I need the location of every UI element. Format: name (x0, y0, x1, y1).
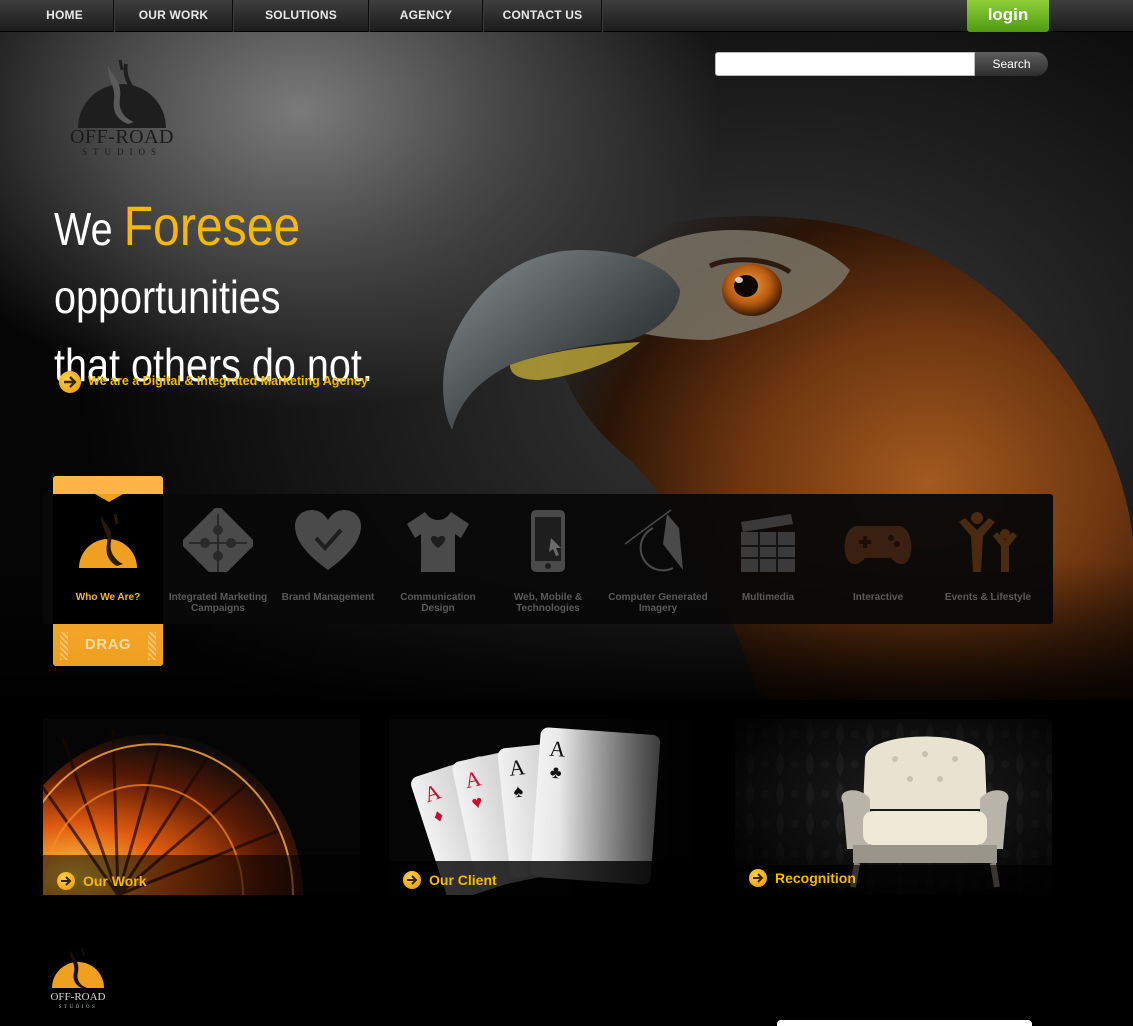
tshirt-icon (407, 512, 469, 572)
drag-handle-label[interactable]: DRAG (53, 636, 163, 653)
search-input[interactable] (715, 52, 975, 76)
service-label: Web, Mobile & Technologies (513, 592, 583, 614)
service-who-we-are[interactable]: Who We Are? (53, 508, 163, 624)
footer-panel (777, 1020, 1032, 1026)
heart-check-icon (295, 510, 361, 570)
arrow-right-icon (57, 872, 75, 890)
nav-solutions[interactable]: SOLUTIONS (234, 0, 369, 32)
svg-text:A: A (508, 754, 527, 781)
nav-home[interactable]: HOME (16, 0, 114, 32)
nav-contact-us[interactable]: CONTACT US (484, 0, 602, 32)
armchair-image (735, 719, 1052, 895)
ferris-wheel-image (43, 719, 360, 895)
promo-label: Our Work (83, 873, 147, 889)
service-label: Who We Are? (75, 592, 141, 603)
aces-cards-image: A♦ A♥ A♠ A♣ (389, 719, 706, 895)
hero-tagline[interactable]: We are a Digital & Integrated Marketing … (88, 374, 368, 388)
service-multimedia[interactable]: Multimedia (713, 508, 823, 624)
logo-icon (78, 59, 166, 128)
nav-our-work[interactable]: OUR WORK (115, 0, 233, 32)
headline-accent: Foresee (123, 194, 301, 257)
nav-agency[interactable]: AGENCY (370, 0, 483, 32)
pen-nib-icon (624, 509, 683, 572)
arrow-right-icon (749, 869, 767, 887)
promo-recognition[interactable]: Recognition (735, 719, 1052, 895)
search-button[interactable]: Search (975, 52, 1048, 76)
top-navigation: HOME OUR WORK SOLUTIONS AGENCY CONTACT U… (0, 0, 1133, 32)
service-web-mobile[interactable]: Web, Mobile & Technologies (493, 508, 603, 624)
footer-logo[interactable]: OFF-ROAD STUDIOS (42, 946, 114, 1010)
footer-logo-subtitle: STUDIOS (59, 1005, 98, 1010)
puzzle-icon (183, 508, 253, 572)
footer-logo-name: OFF-ROAD (50, 991, 105, 1003)
service-cgi[interactable]: Computer Generated Imagery (603, 508, 713, 624)
service-label: Brand Management (281, 592, 375, 603)
login-button[interactable]: login (967, 0, 1049, 32)
arrow-right-icon (403, 871, 421, 889)
service-communication-design[interactable]: Communication Design (383, 508, 493, 624)
service-integrated-marketing[interactable]: Integrated Marketing Campaigns (163, 508, 273, 624)
logo-subtitle: STUDIOS (81, 147, 162, 157)
service-brand-management[interactable]: Brand Management (273, 508, 383, 624)
service-label: Multimedia (741, 592, 795, 603)
logo-icon: OFF-ROAD STUDIOS (50, 947, 106, 1010)
promo-label: Recognition (775, 870, 856, 886)
service-label: Interactive (852, 592, 904, 603)
gamepad-icon (844, 526, 912, 565)
service-label: Integrated Marketing Campaigns (168, 592, 268, 614)
service-label: Computer Generated Imagery (608, 592, 708, 614)
site-logo[interactable]: OFF-ROAD STUDIOS (62, 58, 182, 160)
promo-our-work[interactable]: Our Work (43, 719, 360, 895)
service-events-lifestyle[interactable]: Events & Lifestyle (933, 508, 1043, 624)
arrow-right-icon[interactable] (59, 371, 81, 393)
mobile-icon (531, 510, 565, 572)
logo-name: OFF-ROAD (69, 126, 175, 148)
promo-our-client[interactable]: A ♦ A ♥ A ♠ A ♣ Our Client (389, 719, 706, 895)
headline-post: opportunities (54, 271, 281, 323)
slider-notch (95, 494, 123, 502)
service-interactive[interactable]: Interactive (823, 508, 933, 624)
service-label: Events & Lifestyle (944, 592, 1032, 603)
headline-pre: We (54, 203, 124, 255)
hero-headline: We Foresee opportunities that others do … (54, 192, 536, 399)
service-label: Communication Design (400, 592, 476, 614)
logo-icon (79, 513, 137, 568)
clapperboard-icon (741, 514, 795, 572)
promo-label: Our Client (429, 872, 497, 888)
people-icon (959, 512, 1017, 572)
